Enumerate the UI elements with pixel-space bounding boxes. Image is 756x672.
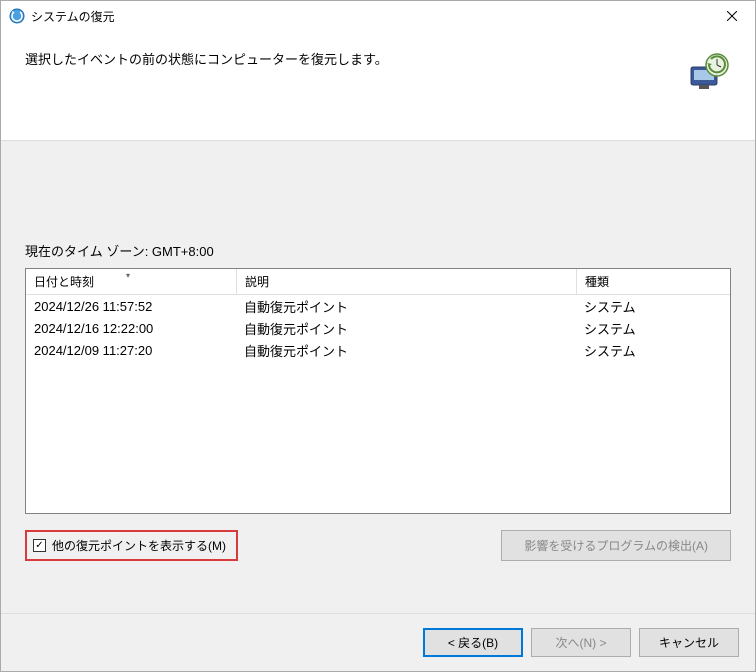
table-row[interactable]: 2024/12/26 11:57:52自動復元ポイントシステム — [26, 295, 730, 317]
back-button[interactable]: < 戻る(B) — [423, 628, 523, 657]
table-row[interactable]: 2024/12/09 11:27:20自動復元ポイントシステム — [26, 339, 730, 361]
titlebar: システムの復元 — [1, 1, 755, 31]
system-restore-window: システムの復元 選択したイベントの前の状態にコンピューターを復元します。 現在の… — [0, 0, 756, 672]
restore-points-table: 日付と時刻 ▾ 説明 種類 2024/12/26 11:57:52自動復元ポイン… — [25, 268, 731, 514]
table-body: 2024/12/26 11:57:52自動復元ポイントシステム2024/12/1… — [26, 295, 730, 361]
timezone-label: 現在のタイム ゾーン: GMT+8:00 — [25, 241, 731, 260]
cell-description: 自動復元ポイント — [236, 339, 576, 362]
cell-date: 2024/12/26 11:57:52 — [26, 297, 236, 316]
footer: < 戻る(B) 次へ(N) > キャンセル — [1, 613, 755, 671]
content-area: 現在のタイム ゾーン: GMT+8:00 日付と時刻 ▾ 説明 種類 2024/… — [1, 141, 755, 613]
table-header: 日付と時刻 ▾ 説明 種類 — [26, 269, 730, 295]
column-header-date[interactable]: 日付と時刻 ▾ — [26, 269, 236, 294]
cell-date: 2024/12/09 11:27:20 — [26, 341, 236, 360]
cell-description: 自動復元ポイント — [236, 295, 576, 318]
cell-type: システム — [576, 317, 730, 340]
cancel-button[interactable]: キャンセル — [639, 628, 739, 657]
close-button[interactable] — [709, 1, 755, 31]
header-message: 選択したイベントの前の状態にコンピューターを復元します。 — [25, 49, 687, 68]
table-row[interactable]: 2024/12/16 12:22:00自動復元ポイントシステム — [26, 317, 730, 339]
cell-description: 自動復元ポイント — [236, 317, 576, 340]
column-header-description[interactable]: 説明 — [236, 269, 576, 294]
sort-descending-icon: ▾ — [126, 271, 130, 280]
checkbox-label: 他の復元ポイントを表示する(M) — [52, 537, 226, 554]
checkbox-icon: ✓ — [33, 539, 46, 552]
cell-type: システム — [576, 339, 730, 362]
show-more-restore-points-checkbox[interactable]: ✓ 他の復元ポイントを表示する(M) — [25, 530, 238, 561]
scan-affected-programs-button: 影響を受けるプログラムの検出(A) — [501, 530, 731, 561]
system-restore-icon — [9, 8, 25, 24]
window-title: システムの復元 — [31, 8, 709, 25]
restore-wizard-icon — [687, 49, 731, 98]
cell-date: 2024/12/16 12:22:00 — [26, 319, 236, 338]
options-row: ✓ 他の復元ポイントを表示する(M) 影響を受けるプログラムの検出(A) — [25, 530, 731, 561]
cell-type: システム — [576, 295, 730, 318]
header-area: 選択したイベントの前の状態にコンピューターを復元します。 — [1, 31, 755, 141]
column-header-date-label: 日付と時刻 — [34, 275, 94, 289]
column-header-type[interactable]: 種類 — [576, 269, 730, 294]
next-button: 次へ(N) > — [531, 628, 631, 657]
